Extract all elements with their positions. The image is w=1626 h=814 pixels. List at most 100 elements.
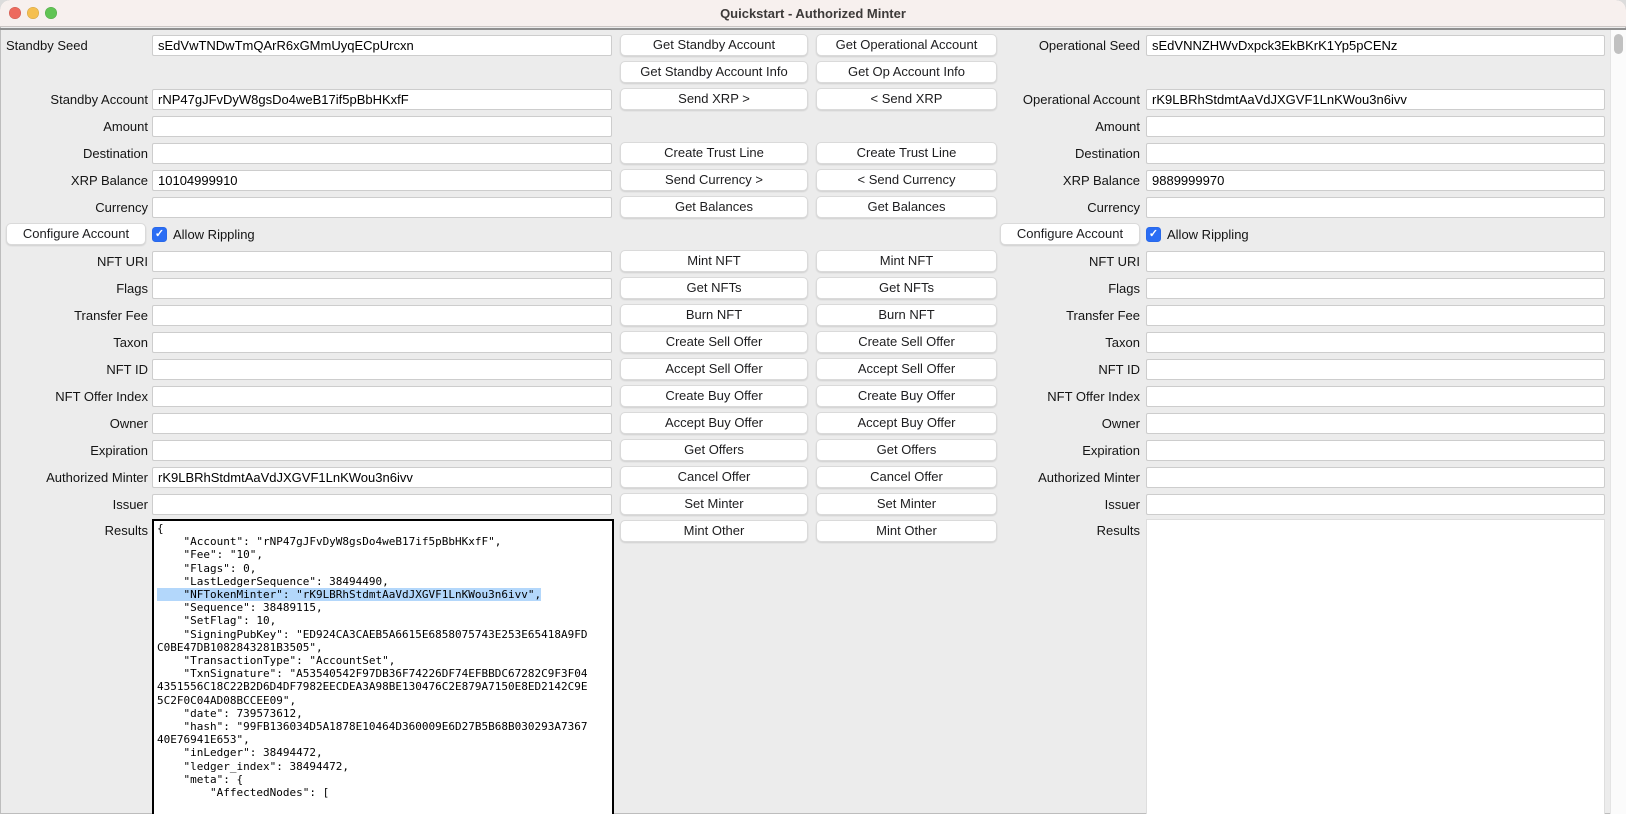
destination-label: Destination bbox=[6, 143, 148, 164]
operational-get-operational-account-button[interactable]: Get Operational Account bbox=[816, 34, 997, 56]
results-line: "NFTokenMinter": "rK9LBRhStdmtAaVdJXGVF1… bbox=[157, 588, 612, 601]
operational-results-textarea[interactable] bbox=[1146, 519, 1605, 814]
expiration-input[interactable] bbox=[1146, 440, 1605, 461]
standby-cancel-offer-button[interactable]: Cancel Offer bbox=[620, 466, 808, 488]
results-line: "SetFlag": 10, bbox=[157, 614, 612, 627]
xrp-balance-input[interactable] bbox=[1146, 170, 1605, 191]
standby-get-offers-button[interactable]: Get Offers bbox=[620, 439, 808, 461]
nft-uri-input[interactable] bbox=[152, 251, 612, 272]
results-line: "Sequence": 38489115, bbox=[157, 601, 612, 614]
standby-allow-rippling-checkbox[interactable]: ✓ bbox=[152, 227, 167, 242]
standby-accept-sell-offer-button[interactable]: Accept Sell Offer bbox=[620, 358, 808, 380]
operational-seed-input[interactable] bbox=[1146, 35, 1605, 56]
nft-uri-label: NFT URI bbox=[6, 251, 148, 272]
standby-results-label: Results bbox=[6, 520, 148, 541]
scrollbar-thumb[interactable] bbox=[1614, 34, 1623, 54]
transfer-fee-input[interactable] bbox=[1146, 305, 1605, 326]
operational-configure-account-button[interactable]: Configure Account bbox=[1000, 223, 1140, 245]
standby-mint-other-button[interactable]: Mint Other bbox=[620, 520, 808, 542]
operational-get-balances-button[interactable]: Get Balances bbox=[816, 196, 997, 218]
operational-create-buy-offer-button[interactable]: Create Buy Offer bbox=[816, 385, 997, 407]
owner-input[interactable] bbox=[1146, 413, 1605, 434]
operational-get-nfts-button[interactable]: Get NFTs bbox=[816, 277, 997, 299]
nft-offer-index-label: NFT Offer Index bbox=[6, 386, 148, 407]
currency-input[interactable] bbox=[1146, 197, 1605, 218]
xrp-balance-input[interactable] bbox=[152, 170, 612, 191]
operational-send-currency-to-standby-button[interactable]: < Send Currency bbox=[816, 169, 997, 191]
standby-create-buy-offer-button[interactable]: Create Buy Offer bbox=[620, 385, 808, 407]
nft-id-input[interactable] bbox=[1146, 359, 1605, 380]
operational-mint-nft-button[interactable]: Mint NFT bbox=[816, 250, 997, 272]
vertical-scrollbar[interactable] bbox=[1610, 30, 1626, 814]
standby-burn-nft-button[interactable]: Burn NFT bbox=[620, 304, 808, 326]
results-line: 5C2F0C04AD08BCCEE09", bbox=[157, 694, 612, 707]
taxon-input[interactable] bbox=[1146, 332, 1605, 353]
transfer-fee-input[interactable] bbox=[152, 305, 612, 326]
operational-mint-other-button[interactable]: Mint Other bbox=[816, 520, 997, 542]
standby-mint-nft-button[interactable]: Mint NFT bbox=[620, 250, 808, 272]
issuer-input[interactable] bbox=[152, 494, 612, 515]
titlebar-divider bbox=[0, 28, 1626, 30]
operational-send-xrp-to-standby-button[interactable]: < Send XRP bbox=[816, 88, 997, 110]
standby-create-trust-line-button[interactable]: Create Trust Line bbox=[620, 142, 808, 164]
operational-create-sell-offer-button[interactable]: Create Sell Offer bbox=[816, 331, 997, 353]
nft-id-label: NFT ID bbox=[6, 359, 148, 380]
operational-create-trust-line-button[interactable]: Create Trust Line bbox=[816, 142, 997, 164]
amount-input[interactable] bbox=[152, 116, 612, 137]
operational-accept-sell-offer-button[interactable]: Accept Sell Offer bbox=[816, 358, 997, 380]
currency-input[interactable] bbox=[152, 197, 612, 218]
results-line: "TransactionType": "AccountSet", bbox=[157, 654, 612, 667]
taxon-input[interactable] bbox=[152, 332, 612, 353]
nft-offer-index-input[interactable] bbox=[152, 386, 612, 407]
operational-account-input[interactable] bbox=[1146, 89, 1605, 110]
destination-input[interactable] bbox=[152, 143, 612, 164]
standby-get-standby-account-info-button[interactable]: Get Standby Account Info bbox=[620, 61, 808, 83]
operational-allow-rippling-label: Allow Rippling bbox=[1167, 224, 1249, 245]
standby-get-balances-button[interactable]: Get Balances bbox=[620, 196, 808, 218]
operational-get-offers-button[interactable]: Get Offers bbox=[816, 439, 997, 461]
operational-allow-rippling-checkbox[interactable]: ✓ bbox=[1146, 227, 1161, 242]
operational-cancel-offer-button[interactable]: Cancel Offer bbox=[816, 466, 997, 488]
standby-send-currency-to-op-button[interactable]: Send Currency > bbox=[620, 169, 808, 191]
issuer-input[interactable] bbox=[1146, 494, 1605, 515]
standby-results-textarea[interactable]: { "Account": "rNP47gJFvDyW8gsDo4weB17if5… bbox=[152, 519, 614, 814]
results-line: "TxnSignature": "A53540542F97DB36F74226D… bbox=[157, 667, 612, 680]
operational-set-minter-button[interactable]: Set Minter bbox=[816, 493, 997, 515]
flags-input[interactable] bbox=[152, 278, 612, 299]
title-bar[interactable]: Quickstart - Authorized Minter bbox=[0, 0, 1626, 27]
standby-send-xrp-to-op-button[interactable]: Send XRP > bbox=[620, 88, 808, 110]
standby-set-minter-button[interactable]: Set Minter bbox=[620, 493, 808, 515]
transfer-fee-label: Transfer Fee bbox=[6, 305, 148, 326]
authorized-minter-input[interactable] bbox=[1146, 467, 1605, 488]
standby-accept-buy-offer-button[interactable]: Accept Buy Offer bbox=[620, 412, 808, 434]
standby-allow-rippling-label: Allow Rippling bbox=[173, 224, 255, 245]
standby-get-standby-account-button[interactable]: Get Standby Account bbox=[620, 34, 808, 56]
nft-uri-input[interactable] bbox=[1146, 251, 1605, 272]
owner-input[interactable] bbox=[152, 413, 612, 434]
results-line: "meta": { bbox=[157, 773, 612, 786]
expiration-input[interactable] bbox=[152, 440, 612, 461]
operational-burn-nft-button[interactable]: Burn NFT bbox=[816, 304, 997, 326]
standby-seed-input[interactable] bbox=[152, 35, 612, 56]
operational-get-op-account-info-button[interactable]: Get Op Account Info bbox=[816, 61, 997, 83]
standby-account-input[interactable] bbox=[152, 89, 612, 110]
standby-configure-account-button[interactable]: Configure Account bbox=[6, 223, 146, 245]
standby-create-sell-offer-button[interactable]: Create Sell Offer bbox=[620, 331, 808, 353]
standby-get-nfts-button[interactable]: Get NFTs bbox=[620, 277, 808, 299]
nft-id-input[interactable] bbox=[152, 359, 612, 380]
expiration-label: Expiration bbox=[6, 440, 148, 461]
amount-input[interactable] bbox=[1146, 116, 1605, 137]
results-line: "SigningPubKey": "ED924CA3CAEB5A6615E685… bbox=[157, 628, 612, 641]
nft-offer-index-input[interactable] bbox=[1146, 386, 1605, 407]
authorized-minter-input[interactable] bbox=[152, 467, 612, 488]
selected-text: "NFTokenMinter": "rK9LBRhStdmtAaVdJXGVF1… bbox=[157, 588, 541, 601]
standby-account-label: Standby Account bbox=[6, 89, 148, 110]
destination-input[interactable] bbox=[1146, 143, 1605, 164]
results-line: "AffectedNodes": [ bbox=[157, 786, 612, 799]
amount-label: Amount bbox=[6, 116, 148, 137]
results-line: { bbox=[157, 522, 612, 535]
xrp-balance-label: XRP Balance bbox=[6, 170, 148, 191]
operational-accept-buy-offer-button[interactable]: Accept Buy Offer bbox=[816, 412, 997, 434]
results-line: "Fee": "10", bbox=[157, 548, 612, 561]
flags-input[interactable] bbox=[1146, 278, 1605, 299]
